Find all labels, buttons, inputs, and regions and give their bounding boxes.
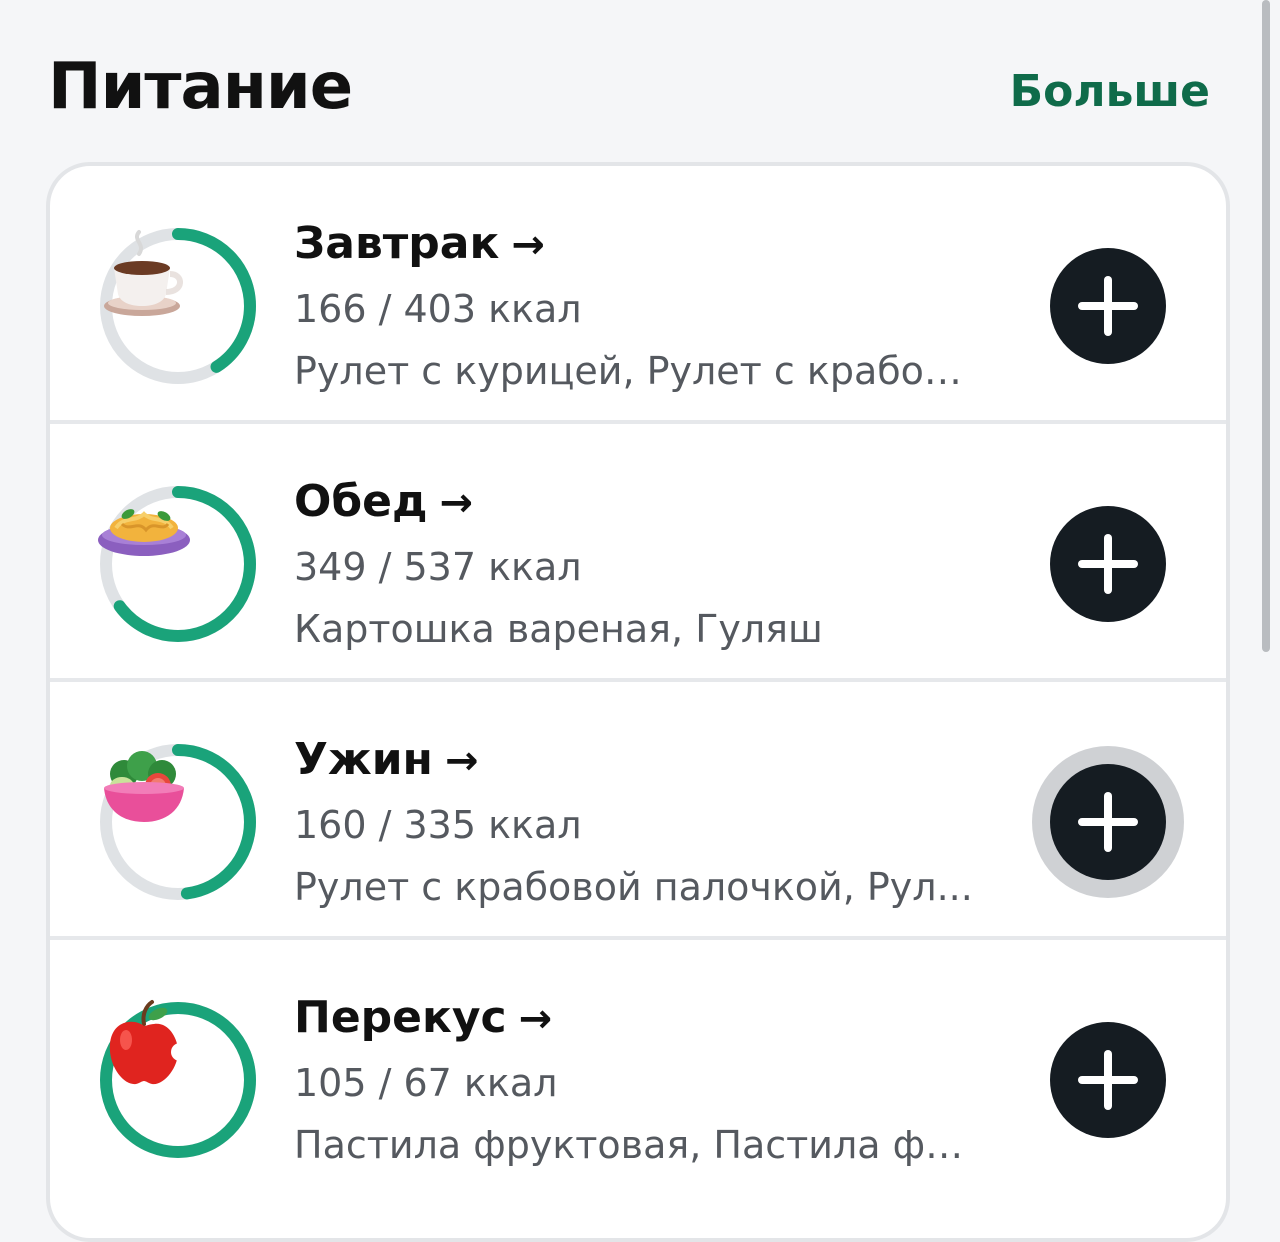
plus-icon [1078,792,1138,852]
add-breakfast-button[interactable] [1050,248,1166,364]
lunch-text: Обед → 349 / 537 ккал Картошка вареная, Г… [294,472,994,657]
meal-name: Перекус [294,992,507,1043]
pasta-plate-icon [98,509,190,556]
meal-name: Обед [294,476,428,527]
meals-card: Завтрак → 166 / 403 ккал Рулет с курицей,… [46,162,1230,1242]
meal-calories: 166 / 403 ккал [294,287,582,331]
meal-name: Ужин [294,734,433,785]
more-link[interactable]: Больше [1010,66,1210,117]
lunch-progress-ring [94,480,262,648]
dinner-progress-ring [94,738,262,906]
salad-bowl-icon [104,751,184,822]
plus-icon [1078,276,1138,336]
meal-title: Завтрак → [294,214,994,275]
coffee-cup-icon [104,230,183,316]
meal-row-lunch[interactable]: Обед → 349 / 537 ккал Картошка вареная, Г… [50,424,1226,682]
meal-title: Обед → [294,472,994,533]
meal-title: Перекус → [294,988,994,1049]
nutrition-header: Питание Больше [48,40,1210,140]
arrow-right-icon: → [439,480,474,526]
meal-title: Ужин → [294,730,994,791]
meal-foods: Картошка вареная, Гуляш [294,607,823,651]
meal-calories: 105 / 67 ккал [294,1061,558,1105]
add-lunch-button[interactable] [1050,506,1166,622]
add-dinner-button[interactable] [1050,764,1166,880]
arrow-right-icon: → [444,738,479,784]
apple-icon [109,1000,189,1085]
plus-icon [1078,534,1138,594]
snack-progress-ring [94,996,262,1164]
meal-calories: 349 / 537 ккал [294,545,582,589]
meal-foods: Рулет с курицей, Рулет с крабов... [294,349,974,393]
scrollbar[interactable] [1262,0,1270,652]
breakfast-progress-ring [94,222,262,390]
meal-foods: Пастила фруктовая, Пастила фр... [294,1123,974,1167]
snack-text: Перекус → 105 / 67 ккал Пастила фруктовая… [294,988,994,1173]
arrow-right-icon: → [511,222,545,268]
dinner-text: Ужин → 160 / 335 ккал Рулет с крабовой па… [294,730,994,915]
plus-icon [1078,1050,1138,1110]
meal-name: Завтрак [294,218,500,269]
add-snack-button[interactable] [1050,1022,1166,1138]
meal-row-dinner[interactable]: Ужин → 160 / 335 ккал Рулет с крабовой па… [50,682,1226,940]
arrow-right-icon: → [518,996,553,1042]
meal-foods: Рулет с крабовой палочкой, Рул... [294,865,973,909]
page-title: Питание [48,50,353,124]
meal-row-snack[interactable]: Перекус → 105 / 67 ккал Пастила фруктовая… [50,940,1226,1198]
breakfast-text: Завтрак → 166 / 403 ккал Рулет с курицей,… [294,214,994,399]
meal-row-breakfast[interactable]: Завтрак → 166 / 403 ккал Рулет с курицей,… [50,166,1226,424]
meal-calories: 160 / 335 ккал [294,803,582,847]
